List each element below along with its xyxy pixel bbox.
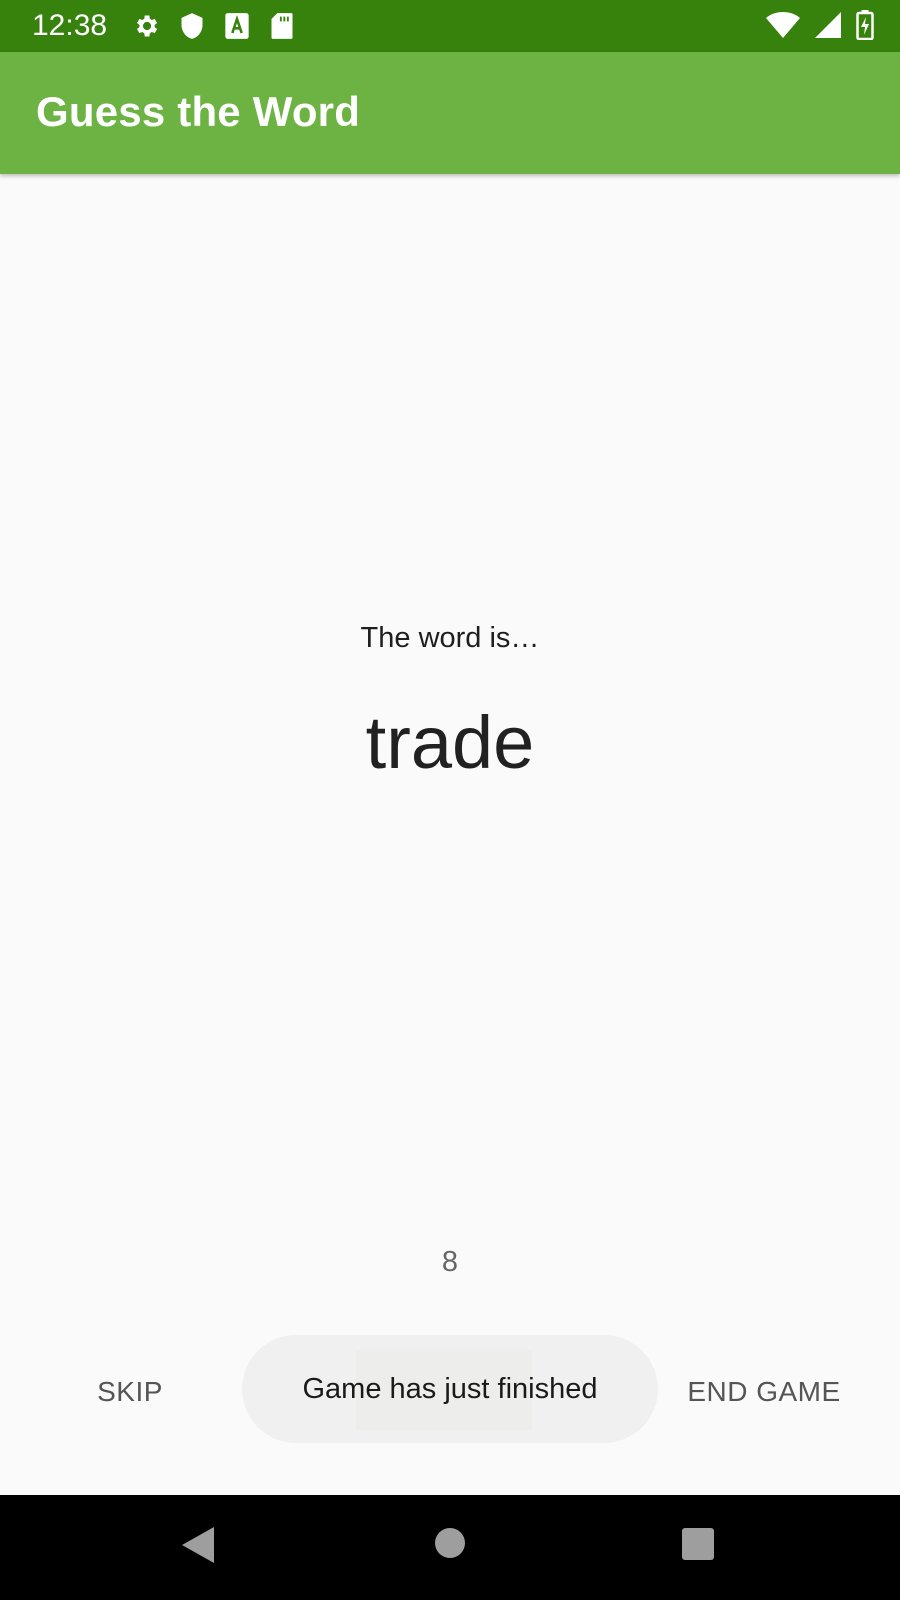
status-icons-left — [132, 12, 294, 40]
back-icon[interactable] — [180, 1525, 214, 1570]
cell-signal-icon — [814, 11, 842, 39]
current-word: trade — [365, 701, 535, 784]
status-bar: 12:38 — [0, 0, 900, 52]
end-game-button[interactable]: END GAME — [672, 1354, 856, 1430]
status-icons-right — [766, 10, 874, 40]
wifi-icon — [766, 11, 800, 39]
app-bar: Guess the Word — [0, 52, 900, 174]
home-icon[interactable] — [434, 1527, 466, 1564]
battery-charging-icon — [856, 10, 874, 40]
skip-button[interactable]: SKIP — [60, 1354, 200, 1430]
app-title: Guess the Word — [36, 88, 361, 135]
recents-icon[interactable] — [681, 1527, 715, 1566]
system-nav-bar — [0, 1495, 900, 1600]
gear-icon — [132, 12, 160, 40]
status-time: 12:38 — [32, 9, 108, 42]
word-intro-label: The word is… — [360, 622, 540, 654]
font-a-icon — [224, 12, 250, 40]
toast-message: Game has just finished — [302, 1372, 598, 1405]
shield-icon — [180, 12, 204, 40]
sd-card-icon — [270, 12, 294, 40]
score-text: 8 — [441, 1246, 459, 1278]
toast-notification: Game has just finished — [242, 1335, 658, 1443]
